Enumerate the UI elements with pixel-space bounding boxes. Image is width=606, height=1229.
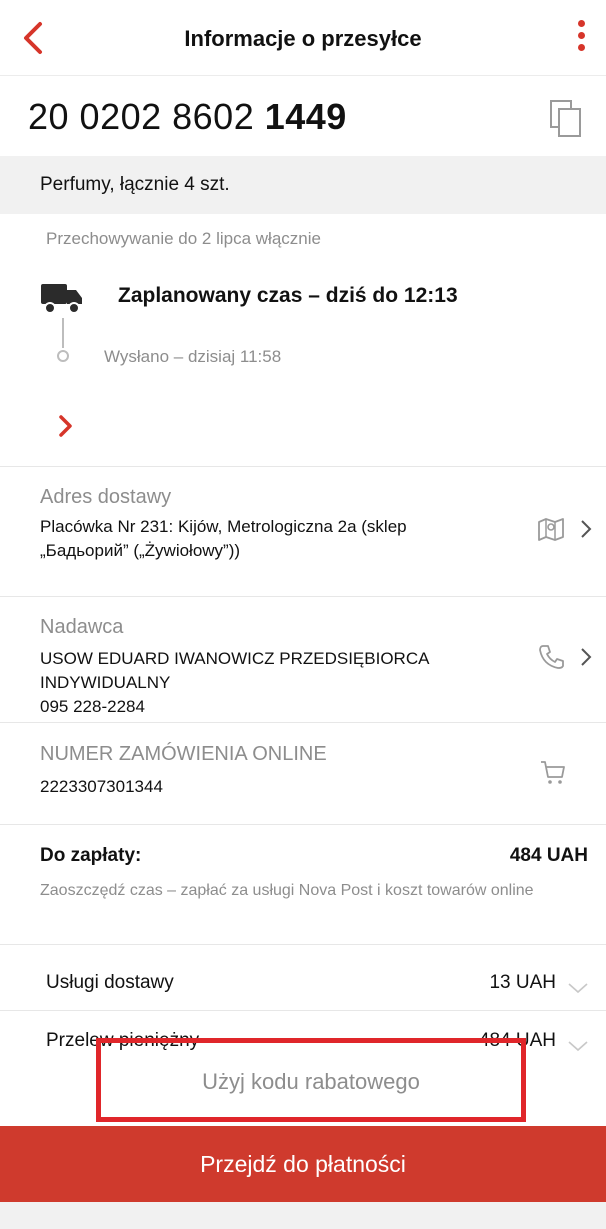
tracking-number-prefix: 20 0202 8602 [28,96,265,137]
divider [0,944,606,945]
sender-phone[interactable]: 095 228-2284 [40,696,145,718]
address-label: Adres dostawy [40,486,172,508]
divider [0,596,606,597]
sent-status: Wysłano – dzisiaj 11:58 [104,347,282,366]
chevron-right-icon [59,415,72,437]
parcel-description: Perfumy, łącznie 4 szt. [40,174,230,195]
chevron-down-icon[interactable] [566,1038,590,1054]
divider [0,466,606,467]
proceed-to-payment-button[interactable]: Przejdź do płatności [0,1126,606,1202]
timeline-dot [57,350,69,362]
bottom-band [0,1202,606,1229]
promo-code-button[interactable]: Użyj kodu rabatowego [101,1069,521,1095]
divider [0,824,606,825]
planned-delivery-time: Zaplanowany czas – dziś do 12:13 [118,284,458,307]
map-icon[interactable] [536,514,566,544]
header-bar: Informacje o przesyłce [0,0,606,76]
order-label: NUMER ZAMÓWIENIA ONLINE [40,743,327,765]
sender-label: Nadawca [40,616,124,638]
divider [0,1010,606,1011]
storage-deadline: Przechowywanie do 2 lipca włącznie [46,229,321,248]
timeline-line [62,318,64,348]
copy-icon [550,100,581,137]
payment-item-label: Usługi dostawy [46,972,174,993]
amount-due-value: 484 UAH [509,845,588,866]
chevron-down-icon[interactable] [566,980,590,996]
tracking-number-suffix: 1449 [264,96,347,137]
amount-due-label: Do zapłaty: [40,845,142,866]
tracking-number: 20 0202 8602 1449 [28,96,347,138]
payment-item-amount: 13 UAH [489,972,556,993]
payment-item-delivery[interactable]: Usługi dostawy 13 UAH [0,950,606,1006]
payment-note: Zaoszczędź czas – zapłać za usługi Nova … [40,882,534,899]
address-line-1: Placówka Nr 231: Kijów, Metrologiczna 2a… [40,517,407,536]
copy-button[interactable] [548,98,584,138]
sender-chevron-icon[interactable] [578,646,594,668]
sender-line-2: INDYWIDUALNY [40,673,171,692]
more-menu-button[interactable] [570,16,592,60]
truck-icon [41,284,82,314]
cart-icon[interactable] [538,758,568,788]
page-title: Informacje o przesyłce [184,26,422,51]
phone-icon[interactable] [536,642,566,672]
parcel-description-band: Perfumy, łącznie 4 szt. [0,156,606,214]
address-chevron-icon[interactable] [578,518,594,540]
order-number: 2223307301344 [40,777,163,796]
promo-code-highlight: Użyj kodu rabatowego [96,1038,526,1122]
divider [0,722,606,723]
address-line-2: „Бадьорий” („Żywiołowy”)) [40,541,241,560]
expand-timeline-button[interactable] [56,413,76,439]
more-vertical-icon [577,20,585,27]
sender-line-1: USOW EDUARD IWANOWICZ PRZEDSIĘBIORCA [40,649,430,668]
